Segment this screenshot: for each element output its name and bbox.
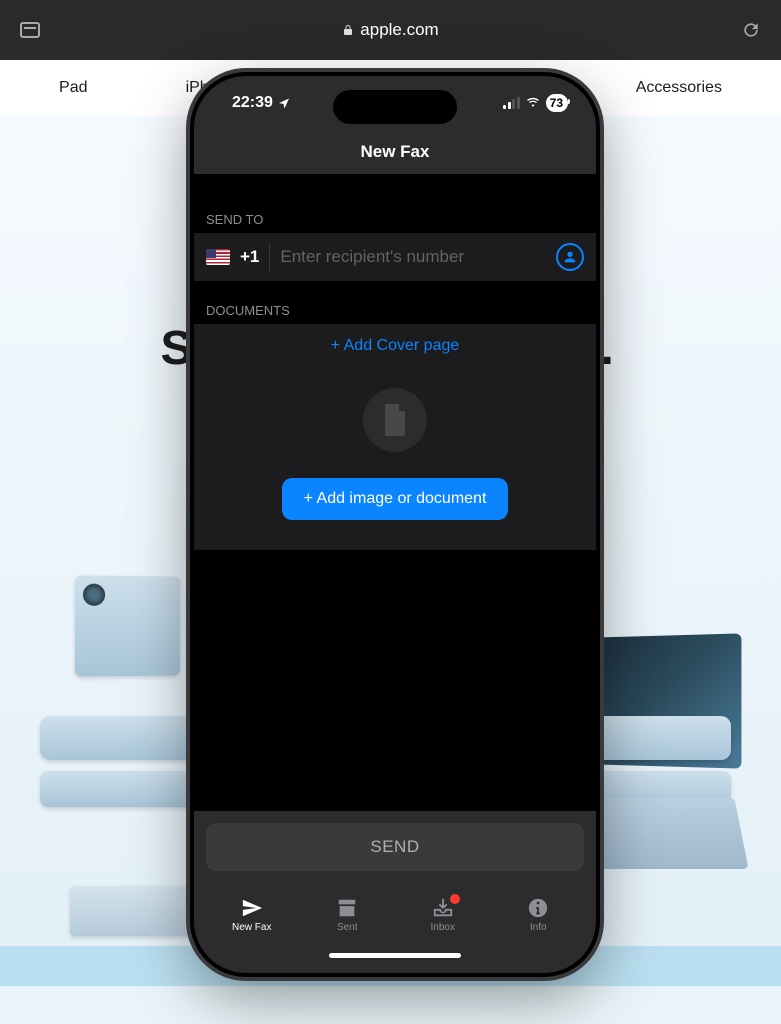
document-placeholder-icon xyxy=(363,388,427,452)
dial-code[interactable]: +1 xyxy=(240,247,259,267)
refresh-icon[interactable] xyxy=(741,20,761,40)
tab-info[interactable]: Info xyxy=(503,897,573,933)
nav-item-pad[interactable]: Pad xyxy=(59,79,87,97)
phone-mockup: 22:39 73 New Fax SEND TO +1 xyxy=(190,72,600,977)
browser-bar: apple.com xyxy=(0,0,781,60)
tab-new-fax[interactable]: New Fax xyxy=(217,897,287,933)
document-drop-area: + Add image or document xyxy=(194,368,596,550)
recipient-row: +1 xyxy=(194,233,596,281)
nav-item-accessories[interactable]: Accessories xyxy=(636,79,722,97)
tab-sent[interactable]: Sent xyxy=(312,897,382,933)
info-icon xyxy=(525,897,551,919)
signal-icon xyxy=(503,98,520,109)
home-indicator[interactable] xyxy=(194,947,596,973)
status-time: 22:39 xyxy=(232,94,273,112)
send-area: SEND xyxy=(194,811,596,883)
country-flag-us[interactable] xyxy=(206,249,230,265)
person-icon xyxy=(562,249,578,265)
document-icon xyxy=(382,404,408,436)
location-icon xyxy=(278,97,290,109)
url-area[interactable]: apple.com xyxy=(40,20,741,40)
send-to-label: SEND TO xyxy=(194,202,596,233)
send-button[interactable]: SEND xyxy=(206,823,584,871)
dynamic-island xyxy=(333,90,457,124)
screen-title-bar: New Fax xyxy=(194,130,596,174)
documents-label: DOCUMENTS xyxy=(194,281,596,324)
recipient-input[interactable] xyxy=(280,247,546,267)
paper-plane-icon xyxy=(239,897,265,919)
url-text: apple.com xyxy=(360,20,438,40)
wifi-icon xyxy=(525,97,541,109)
archive-icon xyxy=(334,897,360,919)
tab-inbox[interactable]: Inbox xyxy=(408,897,478,933)
screen-title: New Fax xyxy=(361,142,430,162)
add-document-button[interactable]: + Add image or document xyxy=(282,478,509,520)
notification-badge xyxy=(450,894,460,904)
add-cover-page-button[interactable]: + Add Cover page xyxy=(194,324,596,368)
contacts-button[interactable] xyxy=(556,243,584,271)
lock-icon xyxy=(342,24,354,36)
battery-indicator: 73 xyxy=(546,94,568,112)
tabs-icon[interactable] xyxy=(20,22,40,38)
tab-bar: New Fax Sent Inbox Info xyxy=(194,883,596,947)
